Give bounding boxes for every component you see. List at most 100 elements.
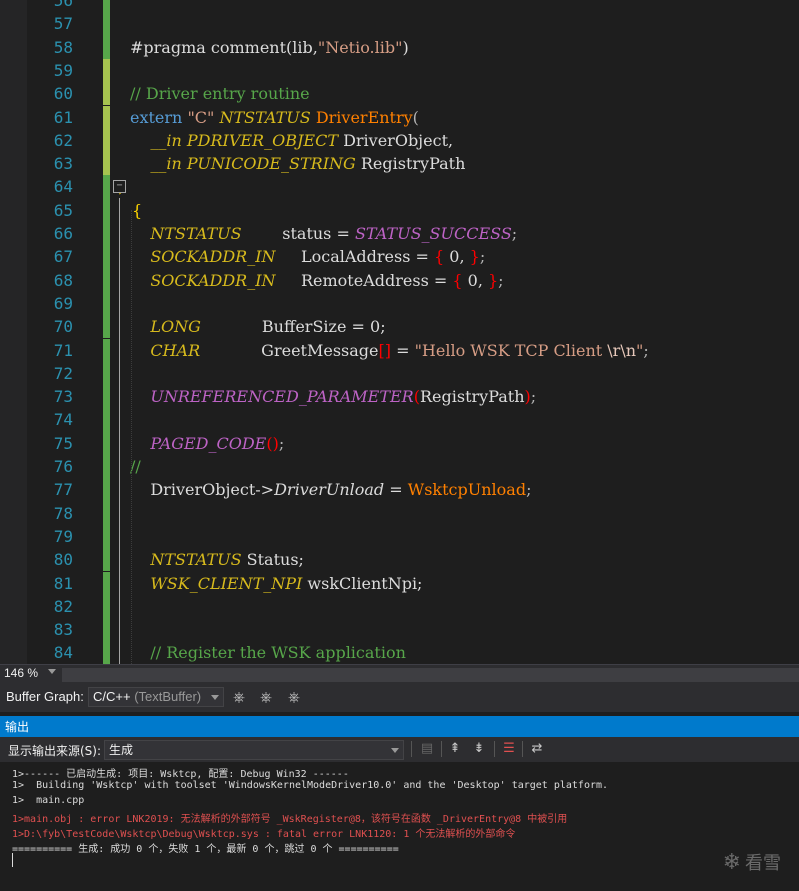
toolbar-separator (494, 741, 495, 757)
zoom-dropdown-icon[interactable] (48, 669, 56, 674)
buffer-graph-label: Buffer Graph: (6, 689, 84, 704)
word-wrap-icon[interactable]: ⇄ (528, 740, 546, 758)
find-message-icon[interactable]: ▤ (418, 740, 436, 758)
line-number: 58 (53, 37, 73, 57)
change-indicator (103, 12, 110, 36)
code-token: wskClientNpi; (302, 573, 423, 593)
output-panel-title[interactable]: 输出 (0, 716, 799, 737)
code-token: DriverObject-> (130, 480, 275, 500)
code-text: extern "C" NTSTATUS DriverEntry( (130, 106, 419, 129)
line-number: 56 (53, 0, 73, 10)
code-text: __in PUNICODE_STRING RegistryPath (130, 152, 465, 175)
code-line[interactable]: 62 __in PDRIVER_OBJECT DriverObject, (0, 128, 799, 153)
code-text: CHAR GreetMessage[] = "Hello WSK TCP Cli… (130, 339, 649, 362)
code-token: PAGED_CODE (150, 433, 267, 453)
graph-view-icon[interactable]: ⎈ (230, 688, 248, 706)
line-number: 74 (53, 410, 73, 430)
code-token: ; (479, 247, 486, 267)
code-token: SOCKADDR_IN (150, 270, 276, 290)
code-token: RemoteAddress = (275, 270, 453, 290)
change-indicator (103, 0, 110, 13)
code-line[interactable]: 57 (0, 12, 799, 36)
code-text: PAGED_CODE(); (130, 432, 284, 455)
line-number: 84 (53, 643, 73, 663)
code-line[interactable]: 61 extern "C" NTSTATUS DriverEntry( (0, 105, 799, 129)
code-token: #pragma comment(lib, (130, 37, 318, 57)
code-token: DriverEntry (315, 107, 413, 127)
code-token: // Register the WSK application (150, 643, 406, 663)
output-line: ========== 生成: 成功 0 个，失败 1 个，最新 0 个，跳过 0… (12, 844, 399, 855)
change-indicator (103, 431, 110, 455)
code-token: ) (402, 37, 409, 57)
line-number: 80 (53, 550, 73, 570)
change-indicator (103, 548, 110, 572)
editor-status-bar: 146 % (0, 664, 799, 685)
code-token: extern (130, 107, 188, 127)
code-token: CHAR (150, 340, 201, 360)
code-token: \r\n (607, 340, 637, 360)
graph-refresh-icon[interactable]: ⎈ (285, 688, 303, 706)
code-token: PUNICODE_STRING (186, 154, 356, 174)
graph-zoom-icon[interactable]: ⎈ (257, 688, 275, 706)
line-number: 71 (53, 340, 73, 360)
line-number: 63 (53, 154, 73, 174)
change-indicator (103, 501, 110, 525)
change-indicator (103, 198, 110, 222)
code-line[interactable]: 58 #pragma comment(lib,"Netio.lib") (0, 35, 799, 59)
code-token: ; (643, 340, 649, 360)
code-line[interactable]: 59 (0, 58, 799, 83)
code-token: LONG (150, 317, 201, 337)
change-indicator (103, 571, 110, 595)
toolbar-separator (522, 741, 523, 757)
line-number: 69 (53, 293, 73, 313)
code-editor[interactable]: 56 57 58 #pragma comment(lib,"Netio.lib") 59… (0, 0, 799, 664)
code-text: __in PDRIVER_OBJECT DriverObject, (130, 129, 453, 152)
change-indicator (103, 408, 110, 432)
code-token: { (132, 200, 143, 220)
output-title: 输出 (5, 720, 30, 734)
code-token: } (487, 270, 499, 290)
code-text: // Driver entry routine (130, 82, 310, 105)
output-source-select[interactable]: 生成 (104, 740, 404, 760)
horizontal-scrollbar[interactable] (62, 668, 799, 682)
change-indicator (103, 361, 110, 386)
change-indicator (103, 618, 110, 642)
change-indicator (103, 524, 110, 549)
line-number: 70 (53, 317, 73, 337)
output-text-area[interactable]: 1>------ 已启动生成: 项目: Wsktcp, 配置: Debug Wi… (0, 762, 799, 891)
line-number: 66 (53, 224, 73, 243)
code-token: status = (241, 224, 355, 243)
line-number: 83 (53, 620, 73, 640)
code-token: = (390, 340, 415, 360)
line-number: 72 (53, 363, 73, 383)
collapse-icon[interactable]: − (113, 180, 126, 193)
line-number: 60 (53, 84, 73, 104)
code-token: ; (498, 270, 504, 290)
code-token: { (434, 247, 445, 267)
change-indicator (103, 478, 110, 502)
code-text: SOCKADDR_IN LocalAddress = { 0, }; (130, 245, 485, 268)
code-token: RegistryPath (355, 154, 466, 174)
change-indicator (103, 175, 110, 199)
code-line[interactable]: 60 // Driver entry routine (0, 82, 799, 106)
change-indicator (103, 268, 110, 292)
buffer-graph-value: C/C++ (93, 689, 131, 704)
code-text: { (132, 199, 142, 222)
zoom-level[interactable]: 146 % (4, 666, 38, 680)
code-line[interactable]: 56 (0, 0, 799, 13)
code-text: NTSTATUS Status; (130, 548, 304, 571)
clear-all-icon[interactable]: ☰ (500, 740, 518, 758)
line-number: 78 (53, 503, 73, 523)
go-to-previous-icon[interactable]: ⇞ (446, 740, 464, 758)
buffer-graph-select[interactable]: C/C++ (TextBuffer) (88, 687, 224, 707)
go-to-next-icon[interactable]: ⇟ (470, 740, 488, 758)
output-source-value: 生成 (109, 743, 134, 757)
code-text: UNREFERENCED_PARAMETER(RegistryPath); (130, 385, 536, 408)
code-line[interactable]: 63 __in PUNICODE_STRING RegistryPath (0, 152, 799, 176)
